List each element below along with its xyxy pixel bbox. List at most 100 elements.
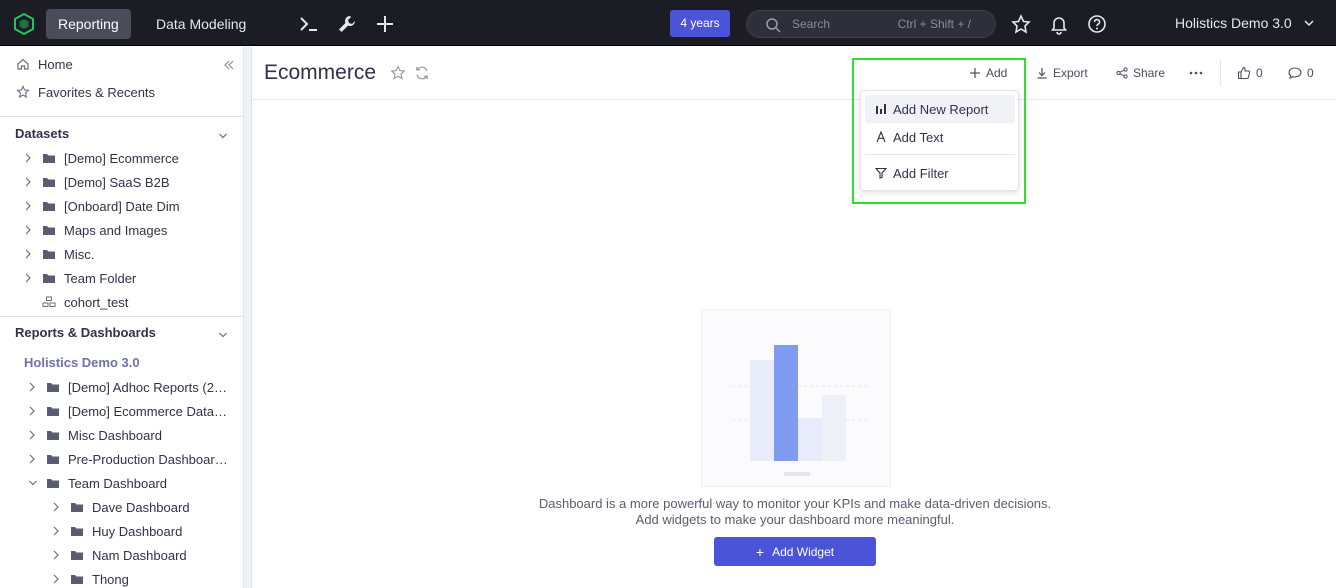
add-widget-label: Add Widget	[772, 544, 835, 559]
export-button[interactable]: Export	[1036, 64, 1088, 82]
sidebar-item-label: Huy Dashboard	[92, 523, 183, 539]
chevron-right-icon[interactable]	[28, 382, 36, 392]
chevron-right-icon[interactable]	[24, 273, 32, 283]
empty-state-hint: Add widgets to make your dashboard more …	[635, 512, 955, 527]
sidebar-report-item[interactable]: Pre-Production Dashboards	[28, 448, 228, 470]
top-navigation-bar: Reporting Data Modeling 4 years Search C…	[0, 0, 1336, 46]
sidebar-dataset-item[interactable]: [Onboard] Date Dim	[24, 195, 180, 217]
search-input[interactable]: Search Ctrl + Shift + /	[746, 10, 996, 38]
sidebar-item-label: Favorites & Recents	[38, 84, 156, 100]
chevron-right-icon[interactable]	[28, 406, 36, 416]
reports-section-title[interactable]: Reports & Dashboards	[15, 325, 156, 340]
date-range-button[interactable]: 4 years	[670, 10, 730, 37]
sidebar-item-label: Pre-Production Dashboards	[68, 451, 228, 467]
divider	[1220, 60, 1221, 86]
chevron-right-icon[interactable]	[52, 550, 60, 560]
share-icon	[1116, 67, 1128, 79]
sidebar-report-item[interactable]: Huy Dashboard	[52, 520, 228, 542]
collapse-sidebar-icon[interactable]	[224, 60, 234, 70]
sidebar-scrollbar[interactable]	[243, 47, 251, 588]
home-icon	[17, 58, 29, 70]
folder-icon	[47, 455, 59, 464]
menu-item-add-text[interactable]: Add Text	[865, 123, 1015, 151]
folder-icon	[47, 479, 59, 488]
sidebar-report-item[interactable]: [Demo] Adhoc Reports (2.0 ...	[28, 376, 228, 398]
sidebar-item-favorites[interactable]: Favorites & Recents	[16, 81, 155, 103]
dataset-icon	[42, 296, 56, 307]
sidebar-dataset-item[interactable]: [Demo] SaaS B2B	[24, 171, 170, 193]
chevron-right-icon[interactable]	[52, 526, 60, 536]
sidebar-item-label: Dave Dashboard	[92, 499, 190, 515]
sidebar-dataset-item[interactable]: Maps and Images	[24, 219, 167, 241]
sidebar-dataset-item[interactable]: Misc.	[24, 243, 94, 265]
sidebar-item-home[interactable]: Home	[16, 53, 73, 75]
folder-icon	[71, 527, 83, 536]
sidebar-report-item[interactable]: [Demo] Ecommerce Data D...	[28, 400, 228, 422]
folder-icon	[47, 407, 59, 416]
favorite-star-icon[interactable]	[390, 65, 406, 81]
add-widget-button[interactable]: + Add Widget	[714, 537, 876, 566]
chevron-right-icon[interactable]	[24, 225, 32, 235]
divider	[0, 316, 243, 317]
empty-dashboard-illustration	[701, 309, 891, 487]
empty-state-description: Dashboard is a more powerful way to moni…	[538, 496, 1052, 511]
download-icon	[1037, 68, 1047, 79]
sidebar-item-label: [Demo] Ecommerce	[64, 150, 179, 166]
folder-icon	[43, 178, 55, 187]
chevron-right-icon[interactable]	[52, 502, 60, 512]
sidebar-dataset-item[interactable]: [Demo] Ecommerce	[24, 147, 179, 169]
chevron-right-icon[interactable]	[52, 574, 60, 584]
sidebar-item-label: Home	[38, 56, 73, 72]
tab-data-modeling[interactable]: Data Modeling	[144, 9, 258, 39]
chart-illustration-icon	[732, 345, 867, 476]
plus-icon[interactable]	[374, 13, 396, 35]
terminal-icon[interactable]	[298, 13, 320, 35]
menu-item-add-filter[interactable]: Add Filter	[865, 159, 1015, 187]
sidebar-report-item[interactable]: Misc Dashboard	[28, 424, 228, 446]
refresh-icon[interactable]	[414, 65, 430, 81]
help-icon[interactable]	[1086, 13, 1108, 35]
chevron-right-icon[interactable]	[28, 454, 36, 464]
folder-icon	[71, 503, 83, 512]
sidebar-report-item[interactable]: Team Dashboard	[28, 472, 228, 494]
sidebar-item-label: Misc.	[64, 246, 95, 262]
menu-item-label: Add Text	[893, 129, 944, 145]
like-count: 0	[1256, 66, 1263, 80]
holistics-logo-icon[interactable]	[13, 13, 35, 35]
folder-icon	[47, 383, 59, 392]
sidebar: Home Favorites & Recents Datasets [Demo]…	[0, 47, 252, 588]
chevron-right-icon[interactable]	[28, 430, 36, 440]
sidebar-item-label: Nam Dashboard	[92, 547, 187, 563]
reports-org-name[interactable]: Holistics Demo 3.0	[24, 355, 140, 370]
star-icon[interactable]	[1010, 13, 1032, 35]
chevron-down-icon[interactable]	[218, 330, 228, 340]
comments-button[interactable]: 0	[1288, 64, 1314, 82]
sidebar-report-item[interactable]: Thong	[52, 568, 228, 588]
chevron-down-icon[interactable]	[1303, 17, 1315, 29]
chevron-right-icon[interactable]	[24, 201, 32, 211]
organization-name[interactable]: Holistics Demo 3.0	[1175, 15, 1292, 31]
comment-icon	[1288, 67, 1302, 80]
bell-icon[interactable]	[1048, 13, 1070, 35]
sidebar-report-item[interactable]: Nam Dashboard	[52, 544, 228, 566]
chevron-right-icon[interactable]	[24, 153, 32, 163]
tab-reporting[interactable]: Reporting	[46, 9, 131, 39]
more-options-icon[interactable]	[1189, 67, 1203, 79]
sidebar-dataset-item[interactable]: Team Folder	[24, 267, 136, 289]
comment-count: 0	[1307, 66, 1314, 80]
wrench-icon[interactable]	[336, 13, 358, 35]
sidebar-report-item[interactable]: Dave Dashboard	[52, 496, 228, 518]
chevron-right-icon[interactable]	[24, 177, 32, 187]
share-button[interactable]: Share	[1116, 64, 1165, 82]
export-button-label: Export	[1053, 66, 1088, 80]
menu-item-add-new-report[interactable]: Add New Report	[865, 95, 1015, 123]
sidebar-dataset-item[interactable]: cohort_test	[42, 291, 128, 313]
folder-icon	[43, 250, 55, 259]
chevron-right-icon[interactable]	[24, 249, 32, 259]
chevron-down-icon[interactable]	[28, 478, 38, 488]
menu-item-label: Add Filter	[893, 165, 949, 181]
like-button[interactable]: 0	[1237, 64, 1263, 82]
datasets-section-title[interactable]: Datasets	[15, 126, 69, 141]
chevron-down-icon[interactable]	[218, 131, 228, 141]
sidebar-item-label: Team Folder	[64, 270, 137, 286]
